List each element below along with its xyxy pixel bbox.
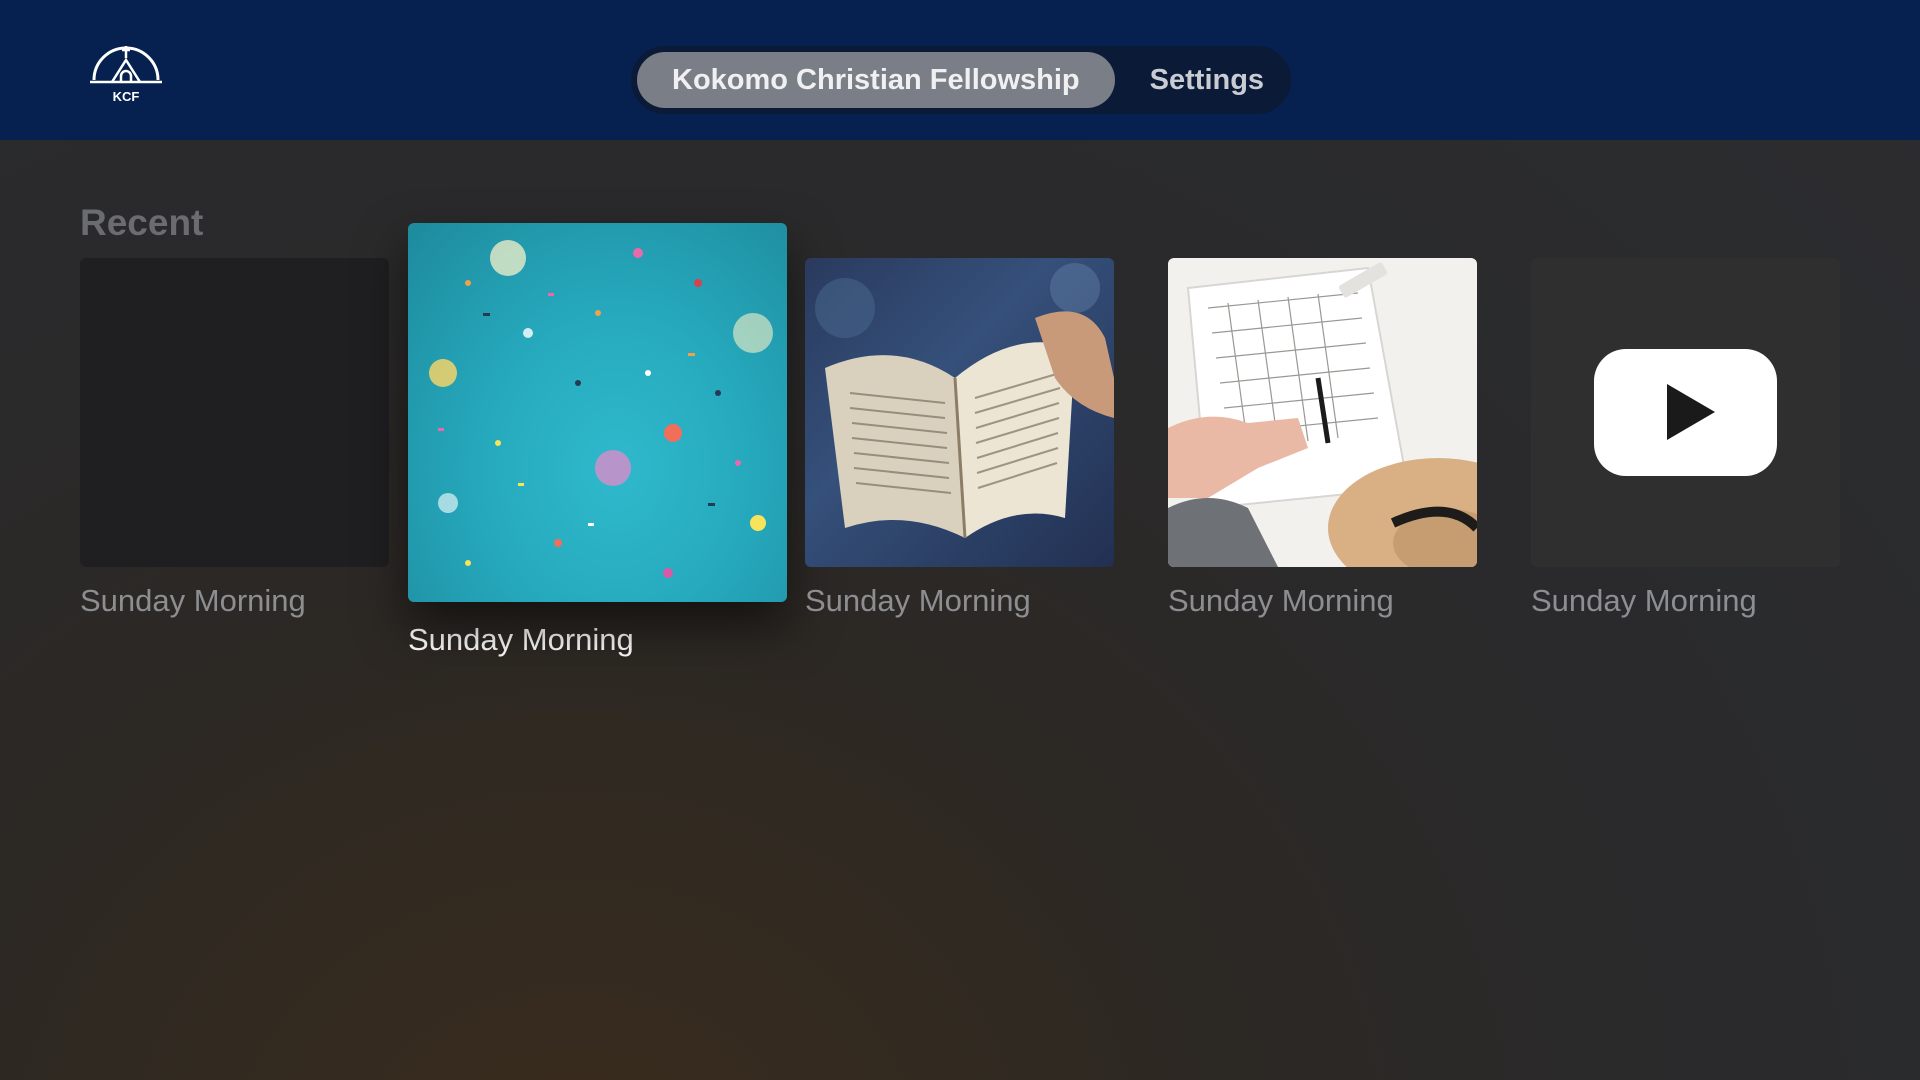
tab-kokomo-christian-fellowship[interactable]: Kokomo Christian Fellowship <box>637 52 1115 108</box>
tile-caption: Sunday Morning <box>1168 583 1394 618</box>
tile-artwork-placeholder <box>80 258 389 567</box>
tab-bar: Kokomo Christian Fellowship Settings <box>631 46 1291 114</box>
kcf-logo: KCF <box>88 36 164 106</box>
tile-caption: Sunday Morning <box>805 583 1031 618</box>
tile-artwork-confetti <box>408 223 787 602</box>
logo-text: KCF <box>113 89 140 104</box>
video-tile[interactable]: Sunday Morning <box>1531 258 1840 619</box>
video-tile[interactable]: Sunday Morning <box>1168 258 1477 619</box>
tile-caption: Sunday Morning <box>1531 583 1757 618</box>
tile-artwork-youtube <box>1531 258 1840 567</box>
tile-artwork-planner <box>1168 258 1477 567</box>
tile-artwork-bible <box>805 258 1114 567</box>
video-tile[interactable]: Sunday Morning <box>80 258 389 619</box>
section-title-recent: Recent <box>80 202 204 243</box>
video-tile[interactable]: Sunday Morning <box>805 258 1114 619</box>
top-bar: KCF Kokomo Christian Fellowship Settings <box>0 0 1920 140</box>
tab-settings[interactable]: Settings <box>1115 52 1299 108</box>
youtube-play-icon <box>1594 349 1777 476</box>
tile-caption: Sunday Morning <box>408 622 634 657</box>
tile-caption: Sunday Morning <box>80 583 306 618</box>
video-tile-focused[interactable]: Sunday Morning <box>408 223 787 658</box>
